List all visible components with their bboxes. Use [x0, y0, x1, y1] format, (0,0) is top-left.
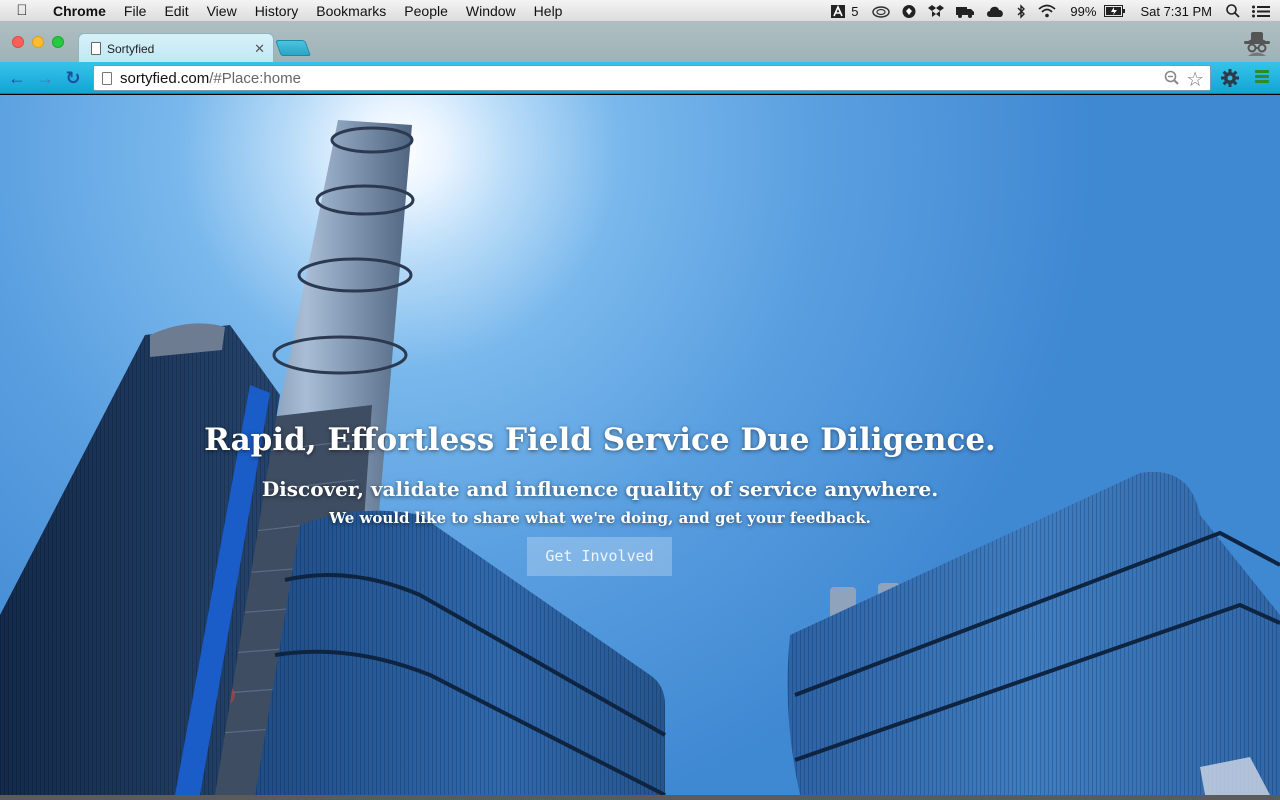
- page-icon: [91, 42, 101, 55]
- hero-tagline: We would like to share what we're doing,…: [329, 509, 871, 527]
- url-host: sortyfied.com: [120, 69, 210, 87]
- menu-edit[interactable]: Edit: [155, 3, 197, 19]
- get-involved-button[interactable]: Get Involved: [527, 537, 672, 576]
- hero-text: Rapid, Effortless Field Service Due Dili…: [0, 95, 1280, 795]
- menu-chrome[interactable]: Chrome: [44, 3, 115, 19]
- spotlight-search-icon[interactable]: [1226, 4, 1240, 18]
- menu-help[interactable]: Help: [525, 3, 572, 19]
- bookmark-star-icon[interactable]: ☆: [1186, 67, 1204, 92]
- forward-arrow-icon[interactable]: →: [34, 67, 56, 89]
- hero-title: Rapid, Effortless Field Service Due Dili…: [204, 422, 996, 458]
- battery-icon[interactable]: [1104, 5, 1126, 17]
- address-bar[interactable]: sortyfied.com/#Place:home ☆: [93, 65, 1211, 91]
- hero-subtitle: Discover, validate and influence quality…: [261, 477, 939, 501]
- menu-history[interactable]: History: [246, 3, 308, 19]
- tab-sortyfied[interactable]: Sortyfied ✕: [78, 33, 274, 63]
- window-bottom-edge: [0, 795, 1280, 800]
- url-path: /#Place:home: [209, 69, 301, 87]
- creative-cloud-icon[interactable]: [872, 5, 891, 18]
- menu-window[interactable]: Window: [457, 3, 525, 19]
- status-area: 5 99% Sat 7:31 PM: [825, 0, 1280, 22]
- dropbox-icon[interactable]: [928, 4, 945, 18]
- shield-icon[interactable]: [902, 4, 916, 19]
- close-tab-icon[interactable]: ✕: [254, 41, 265, 57]
- incognito-icon: [1242, 30, 1272, 56]
- browser-toolbar: ← → ↻ sortyfied.com/#Place:home ☆: [0, 62, 1280, 94]
- truck-icon[interactable]: [956, 5, 975, 18]
- cloud-icon[interactable]: [986, 5, 1004, 18]
- tab-strip: Sortyfied ✕: [0, 22, 1280, 63]
- page-info-icon[interactable]: [102, 71, 112, 85]
- bluetooth-icon[interactable]: [1016, 3, 1026, 19]
- adobe-count: 5: [851, 3, 859, 19]
- tab-title: Sortyfied: [107, 41, 155, 56]
- battery-percent: 99%: [1070, 3, 1097, 19]
- minimize-window-button[interactable]: [32, 36, 44, 48]
- menu-file[interactable]: File: [115, 3, 156, 19]
- zoom-icon[interactable]: [1164, 70, 1180, 90]
- menu-view[interactable]: View: [198, 3, 246, 19]
- menubar-clock[interactable]: Sat 7:31 PM: [1140, 4, 1212, 19]
- menu-people[interactable]: People: [395, 3, 457, 19]
- chrome-menu-icon[interactable]: [1255, 70, 1269, 84]
- menu-bar:  Chrome File Edit View History Bookmark…: [0, 0, 1280, 22]
- close-window-button[interactable]: [12, 36, 24, 48]
- apple-icon[interactable]: : [0, 2, 44, 19]
- new-tab-button[interactable]: [275, 40, 311, 56]
- reload-icon[interactable]: ↻: [62, 67, 84, 89]
- notification-center-icon[interactable]: [1252, 5, 1270, 18]
- hero-section: Rapid, Effortless Field Service Due Dili…: [0, 95, 1280, 795]
- adobe-icon[interactable]: [831, 4, 846, 18]
- zoom-window-button[interactable]: [52, 36, 64, 48]
- menu-bookmarks[interactable]: Bookmarks: [307, 3, 395, 19]
- gear-icon[interactable]: [1221, 69, 1239, 87]
- back-arrow-icon[interactable]: ←: [6, 67, 28, 89]
- wifi-icon[interactable]: [1038, 4, 1057, 18]
